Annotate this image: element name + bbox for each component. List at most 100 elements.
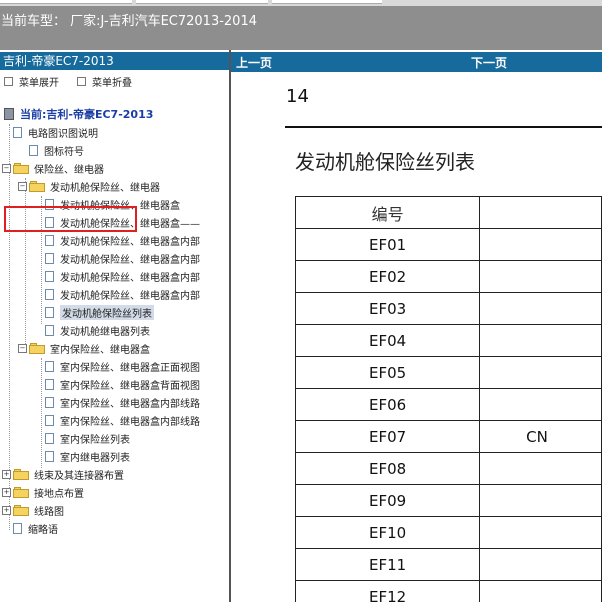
expand-menu-toggle[interactable]: 菜单展开 (4, 74, 59, 89)
tree-folder[interactable]: 发动机舱保险丝、继电器 (29, 178, 160, 194)
tree-item-label: 室内继电器列表 (60, 452, 130, 464)
table-row: EF02 (294, 260, 602, 293)
fuse-code-cell: EF08 (294, 452, 481, 485)
tree-item-label: 图标符号 (44, 146, 84, 158)
current-model[interactable]: 当前:吉利-帝豪EC7-2013 (4, 106, 153, 122)
tree-item[interactable]: 室内保险丝、继电器盒内部线路 (45, 412, 200, 428)
document-icon (45, 360, 54, 372)
expander-icon[interactable]: + (2, 488, 11, 497)
tree-item[interactable]: 室内继电器列表 (45, 448, 130, 464)
computer-icon (4, 108, 14, 120)
tree-item-label: 发动机舱保险丝、继电器盒内部 (60, 290, 200, 302)
tree-folder[interactable]: 保险丝、继电器 (13, 160, 104, 176)
table-row: EF07 CN (294, 420, 602, 453)
folder-icon (29, 342, 45, 354)
document-pane: 上一页 下一页 14 发动机舱保险丝列表 编号 EF01 EF02 EF03 EF04 E… (231, 50, 602, 602)
fuse-info-cell (479, 292, 602, 325)
tree-item-label: 室内保险丝、继电器盒背面视图 (60, 380, 200, 392)
selection-highlight-box (4, 206, 137, 232)
document-icon (45, 306, 54, 318)
document-icon (13, 522, 22, 534)
fuse-code-cell: EF04 (294, 324, 481, 357)
fuse-code-cell: EF06 (294, 388, 481, 421)
document-icon (45, 432, 54, 444)
tree-item[interactable]: 室内保险丝、继电器盒正面视图 (45, 358, 200, 374)
document-icon (45, 270, 54, 282)
tree-item-label: 室内保险丝、继电器盒内部线路 (60, 416, 200, 428)
tab-segment[interactable] (0, 0, 132, 4)
expander-icon[interactable]: + (2, 470, 11, 479)
tree-item-label: 电路图识图说明 (28, 128, 98, 140)
table-row: EF01 (294, 228, 602, 261)
tree-item[interactable]: 发动机舱保险丝、继电器盒内部 (45, 286, 200, 302)
expander-icon[interactable]: − (18, 344, 27, 353)
tree-item[interactable]: 发动机舱保险丝、继电器盒内部 (45, 232, 200, 248)
tab-segment[interactable] (136, 0, 268, 4)
folder-icon (13, 162, 29, 174)
tree-folder[interactable]: 室内保险丝、继电器盒 (29, 340, 150, 356)
tree-guide-line (25, 178, 26, 348)
tab-segment[interactable] (272, 0, 382, 4)
document-icon (45, 414, 54, 426)
tree-item-label: 缩略语 (28, 524, 58, 536)
fuse-code-cell: EF07 (294, 420, 481, 453)
collapse-menu-toggle[interactable]: 菜单折叠 (77, 74, 132, 89)
next-page-button[interactable]: 下一页 (471, 54, 507, 71)
tree-item[interactable]: 发动机舱继电器列表 (45, 322, 150, 338)
checkbox-icon[interactable] (77, 77, 86, 86)
header-bar: 当前车型： 厂家:J-吉利汽车EC72013-2014 (0, 6, 602, 50)
expander-icon[interactable]: − (18, 182, 27, 191)
document-icon (45, 378, 54, 390)
expander-icon[interactable]: + (2, 506, 11, 515)
current-model-label: 当前:吉利-帝豪EC7-2013 (20, 108, 154, 121)
tree-item[interactable]: 室内保险丝、继电器盒背面视图 (45, 376, 200, 392)
fuse-code-cell: EF01 (294, 228, 481, 261)
tree-folder[interactable]: 线路图 (13, 502, 64, 518)
tree-item[interactable]: 缩略语 (13, 520, 58, 536)
tree-item[interactable]: 发动机舱保险丝列表 (45, 304, 154, 320)
table-row: EF05 (294, 356, 602, 389)
document-icon (13, 126, 22, 138)
fuse-code-cell: EF12 (294, 580, 481, 602)
tree-item[interactable]: 室内保险丝列表 (45, 430, 130, 446)
tree-item-label: 发动机舱保险丝、继电器盒内部 (60, 254, 200, 266)
tree-folder[interactable]: 线束及其连接器布置 (13, 466, 124, 482)
tree-item[interactable]: 电路图识图说明 (13, 124, 98, 140)
table-row: EF06 (294, 388, 602, 421)
tree-item-label: 室内保险丝列表 (60, 434, 130, 446)
table-row: EF03 (294, 292, 602, 325)
tree-item[interactable]: 发动机舱保险丝、继电器盒内部 (45, 250, 200, 266)
fuse-info-cell (479, 484, 602, 517)
fuse-info-cell (479, 356, 602, 389)
tree-item-label: 室内保险丝、继电器盒 (50, 344, 150, 356)
fuse-info-cell (479, 260, 602, 293)
prev-page-button[interactable]: 上一页 (236, 54, 272, 71)
tree-item[interactable]: 发动机舱保险丝、继电器盒内部 (45, 268, 200, 284)
tree-item[interactable]: 图标符号 (29, 142, 84, 158)
document-icon (45, 252, 54, 264)
header-cell (479, 196, 602, 229)
document-icon (29, 144, 38, 156)
tree-item-label: 发动机舱保险丝列表 (60, 304, 154, 320)
navigation-pane: 吉利-帝豪EC7-2013 菜单展开 菜单折叠 当前:吉利-帝豪EC7-2013… (0, 50, 231, 602)
divider (285, 126, 602, 128)
checkbox-icon[interactable] (4, 77, 13, 86)
fuse-table: 编号 EF01 EF02 EF03 EF04 EF05 EF06 EF07 CN EF08 EF09… (294, 196, 602, 602)
table-header-row: 编号 (294, 196, 602, 229)
tree-folder[interactable]: 接地点布置 (13, 484, 84, 500)
current-vehicle-label: 当前车型： 厂家:J-吉利汽车EC72013-2014 (1, 14, 257, 29)
fuse-info-cell (479, 324, 602, 357)
tree-item[interactable]: 室内保险丝、继电器盒内部线路 (45, 394, 200, 410)
expand-menu-label: 菜单展开 (19, 78, 59, 89)
folder-icon (29, 180, 45, 192)
document-icon (45, 324, 54, 336)
table-row: EF08 (294, 452, 602, 485)
collapse-menu-label: 菜单折叠 (92, 78, 132, 89)
tree-guide-line (41, 358, 42, 468)
table-row: EF12 (294, 580, 602, 602)
expander-icon[interactable]: − (2, 164, 11, 173)
tree-item-label: 发动机舱继电器列表 (60, 326, 150, 338)
folder-icon (13, 468, 29, 480)
pane-title: 吉利-帝豪EC7-2013 (0, 52, 229, 70)
tree-item-label: 发动机舱保险丝、继电器盒内部 (60, 236, 200, 248)
